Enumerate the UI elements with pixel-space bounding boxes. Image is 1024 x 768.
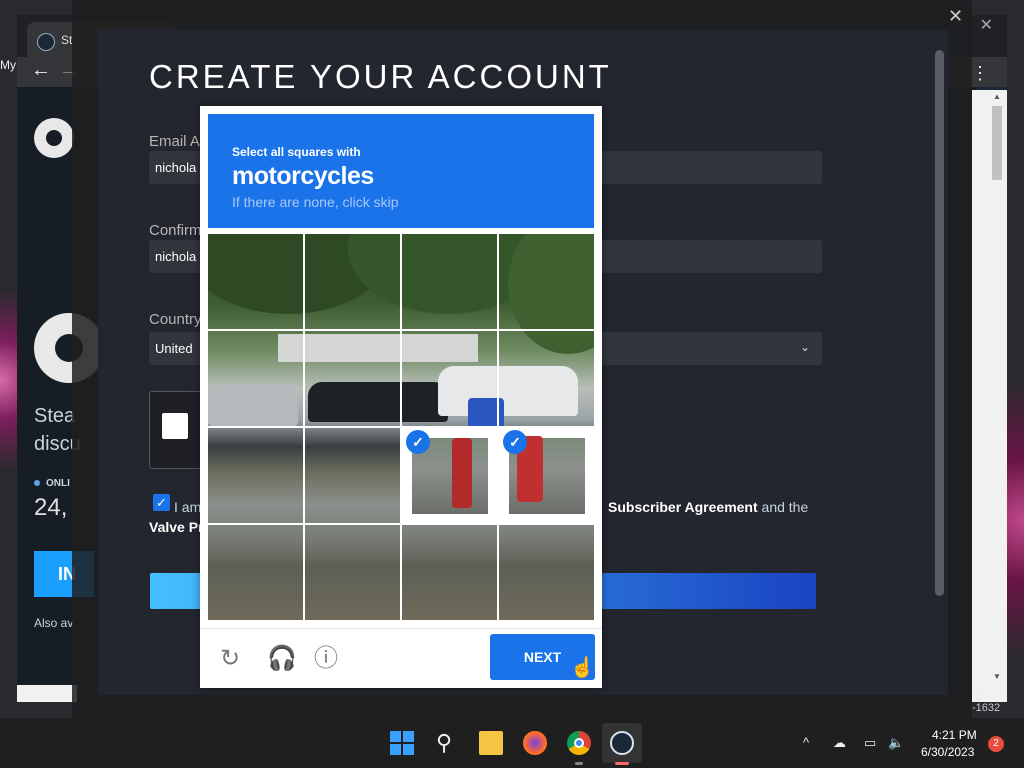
file-explorer-icon[interactable] — [479, 731, 503, 755]
search-icon[interactable]: ⚲ — [436, 731, 460, 755]
captcha-instruction: Select all squares with — [232, 145, 361, 159]
scroll-thumb[interactable] — [992, 106, 1002, 180]
firefox-icon[interactable] — [523, 731, 547, 755]
checkmark-icon: ✓ — [503, 430, 527, 454]
steam-tab-icon — [37, 33, 55, 51]
modal-scrollbar[interactable] — [935, 50, 944, 596]
confirm-email-label: Confirm — [149, 222, 202, 239]
valve-privacy-link[interactable]: Valve Pr — [149, 519, 204, 535]
modal-close-icon[interactable]: ✕ — [948, 6, 963, 27]
scroll-up-icon[interactable]: ▲ — [993, 92, 1001, 101]
promo-text-line1: Stea — [34, 405, 76, 427]
car — [208, 384, 298, 426]
cloud-icon[interactable]: ☁ — [833, 735, 846, 751]
page-title: CREATE YOUR ACCOUNT — [149, 58, 612, 95]
captcha-header: Select all squares with motorcycles If t… — [208, 114, 594, 228]
chrome-icon[interactable] — [567, 731, 591, 755]
windows-start-icon[interactable] — [390, 731, 414, 755]
taskbar: ⚲ ^ ☁ ▭ 🔈 4:21 PM 6/30/2023 2 — [0, 718, 1024, 768]
bookmark-label[interactable]: My — [0, 58, 16, 72]
agree-checkbox[interactable]: ✓ — [153, 494, 170, 511]
agreement-text: Subscriber Agreement and the — [608, 499, 808, 515]
agree-and-text: and the — [761, 499, 809, 515]
window-close-icon[interactable]: ✕ — [980, 15, 993, 35]
hand-cursor-icon: ☝ — [570, 657, 595, 679]
page-scrollbar[interactable]: ▲ ▼ — [972, 90, 1007, 687]
info-icon[interactable]: ⓘ — [314, 647, 338, 671]
motorcycle — [452, 438, 472, 508]
checkmark-icon: ✓ — [406, 430, 430, 454]
car — [438, 366, 578, 416]
online-dot-icon — [34, 480, 40, 486]
grid-line — [208, 329, 594, 331]
chevron-down-icon[interactable]: ⌄ — [800, 340, 810, 354]
online-count: 24, — [34, 494, 68, 521]
notification-badge[interactable]: 2 — [988, 736, 1004, 752]
captcha-hint: If there are none, click skip — [232, 194, 399, 210]
subscriber-agreement-link[interactable]: Subscriber Agreement — [608, 499, 758, 515]
scroll-down-icon[interactable]: ▼ — [993, 672, 1001, 681]
tab-label: St — [61, 33, 73, 47]
running-indicator — [575, 762, 583, 765]
headphones-icon[interactable]: 🎧 — [267, 647, 297, 671]
online-label: ONLI — [34, 478, 70, 489]
steam-logo-icon — [34, 118, 74, 158]
captcha-target: motorcycles — [232, 162, 374, 190]
car — [308, 382, 448, 422]
steam-taskbar-icon[interactable] — [610, 731, 634, 755]
back-arrow-icon[interactable]: ← — [31, 59, 51, 82]
network-icon[interactable]: ▭ — [864, 735, 876, 751]
country-label: Country — [149, 311, 202, 328]
horizontal-scrollbar[interactable] — [17, 685, 77, 702]
active-indicator — [615, 762, 629, 765]
also-available-text: Also av — [34, 616, 74, 630]
grid-line — [208, 523, 594, 525]
building — [278, 334, 478, 362]
side-note-text: ew — [972, 686, 987, 698]
clock-date[interactable]: 6/30/2023 — [921, 745, 974, 759]
refresh-icon[interactable]: ↻ — [220, 647, 240, 671]
tray-chevron-up-icon[interactable]: ^ — [803, 735, 809, 750]
side-note-text-2: -1632 — [972, 702, 1001, 714]
volume-icon[interactable]: 🔈 — [888, 735, 904, 751]
captcha-image-grid[interactable]: ✓ ✓ — [208, 234, 594, 620]
browser-menu-icon[interactable]: ⋮ — [971, 63, 989, 84]
agree-text: I am — [174, 499, 202, 515]
captcha-challenge: Select all squares with motorcycles If t… — [200, 106, 602, 688]
captcha-checkbox[interactable] — [162, 413, 188, 439]
tree-foliage — [508, 234, 594, 354]
clock-time[interactable]: 4:21 PM — [932, 728, 977, 742]
